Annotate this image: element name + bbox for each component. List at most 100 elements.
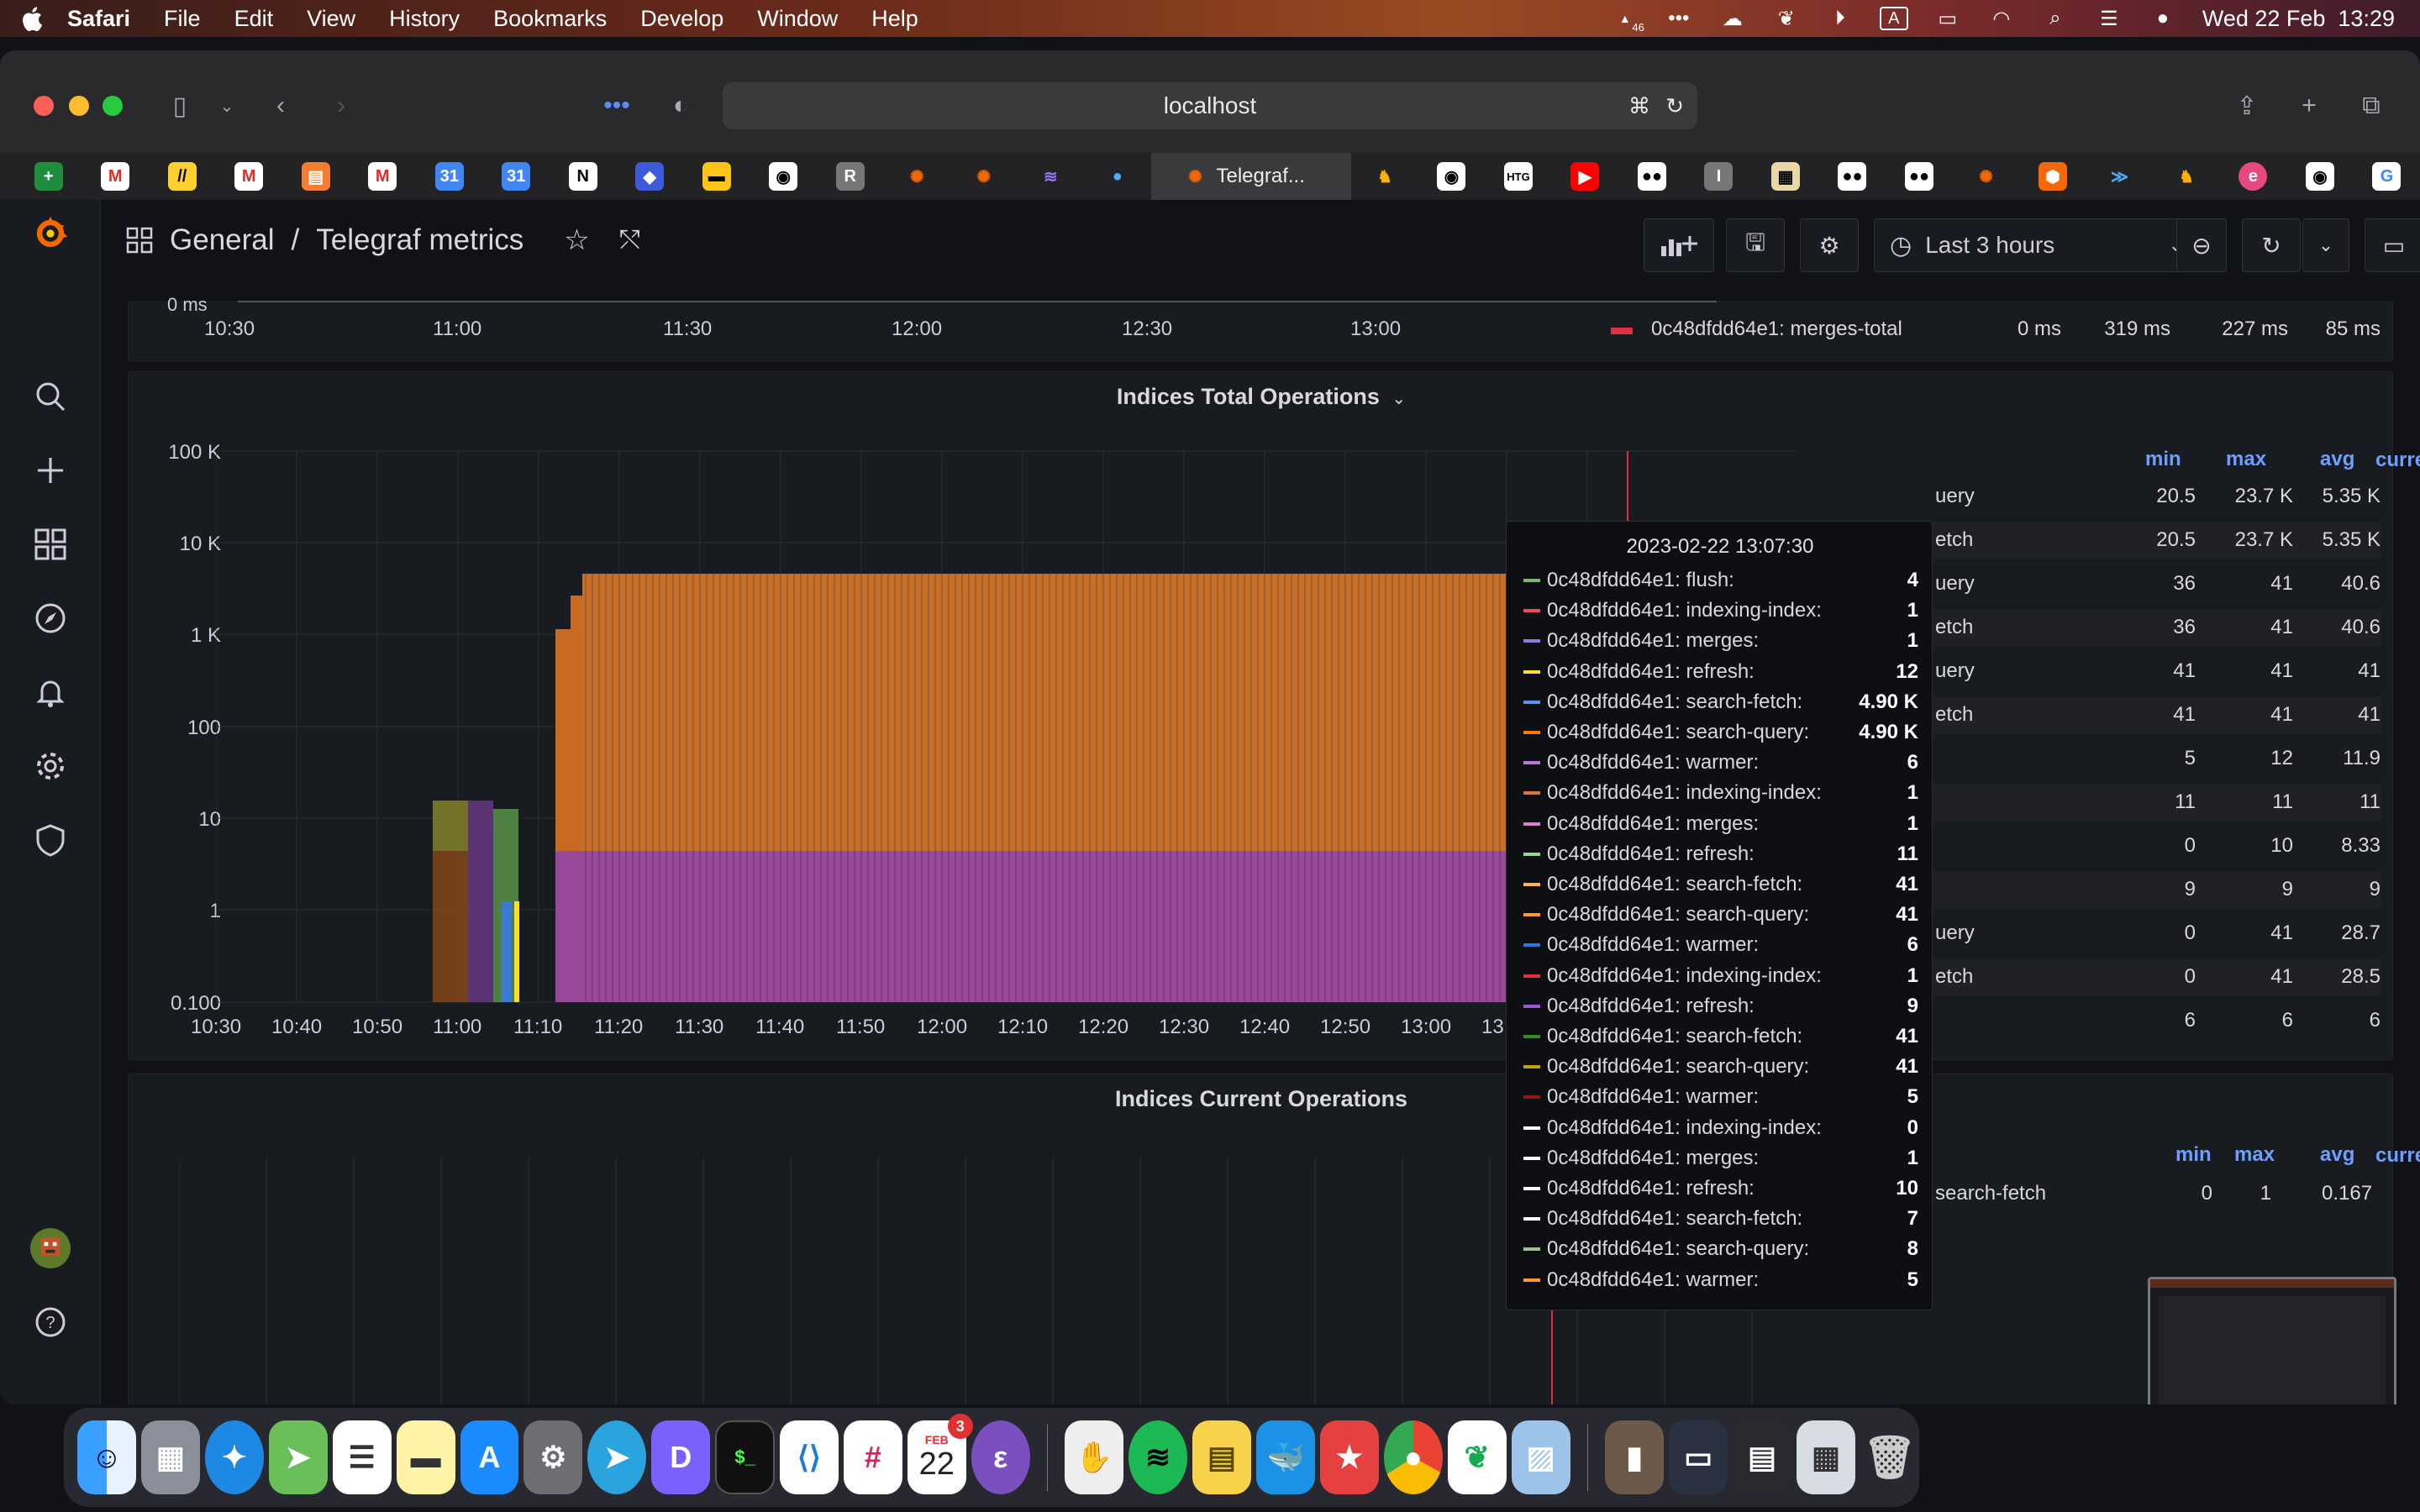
tab-telegraf-active[interactable]: ✺ Telegraf... [1150, 153, 1352, 200]
tab-orange-app[interactable]: ▤ [282, 153, 350, 200]
shield-icon[interactable]: ◐ [662, 87, 699, 124]
status-app-icon[interactable]: ▲ 46 [1611, 7, 1644, 34]
legend-series-name[interactable]: uery [1935, 921, 1975, 945]
tab-youtube[interactable]: ▶ [1552, 153, 1619, 200]
input-source-icon[interactable]: A [1879, 7, 1908, 30]
panel-header[interactable]: Indices Total Operations ⌄ [129, 384, 2394, 410]
menu-app-name[interactable]: Safari [67, 6, 130, 32]
emacs-icon[interactable]: ε [971, 1420, 1030, 1494]
legend-series-name[interactable]: uery [1935, 659, 1975, 683]
time-picker-button[interactable]: ◷ Last 3 hours ⌄ [1874, 218, 2227, 272]
extension-icon[interactable]: ••• [598, 87, 635, 124]
alerting-bell-icon[interactable] [30, 672, 71, 712]
reminders-icon[interactable]: ☰ [332, 1420, 392, 1494]
app-dark-icon[interactable]: ✋ [1065, 1420, 1124, 1494]
create-plus-icon[interactable] [30, 450, 71, 491]
telegram-icon[interactable]: ➤ [587, 1420, 647, 1494]
explore-compass-icon[interactable] [30, 598, 71, 638]
calendar-icon[interactable]: FEB 22 3 [907, 1414, 973, 1494]
tab-github[interactable]: ◉ [750, 153, 818, 200]
translate-icon[interactable]: ⌘ [1628, 93, 1650, 119]
tab-gmail-2[interactable]: M [216, 153, 283, 200]
tab-notion[interactable]: N [550, 153, 617, 200]
dashboards-grid-icon[interactable] [30, 524, 71, 564]
refresh-button[interactable]: ↻ [2242, 218, 2301, 272]
maps-icon[interactable]: ➤ [268, 1420, 328, 1494]
mongodb-icon[interactable]: ❦ [1447, 1420, 1507, 1494]
tab-google[interactable]: G [2354, 153, 2420, 200]
notes-icon[interactable]: ▬ [396, 1420, 455, 1494]
menu-view[interactable]: View [307, 6, 355, 32]
recent-window-thumb-4[interactable]: ▦ [1796, 1420, 1855, 1494]
tab-github-3[interactable]: ◉ [2286, 153, 2354, 200]
tab-r-app[interactable]: R [817, 153, 884, 200]
share-icon[interactable]: ⇪ [2228, 87, 2265, 124]
legend-series-name[interactable]: search-fetch [1935, 1182, 2046, 1205]
star-icon[interactable]: ☆ [564, 223, 589, 257]
legend-header-min[interactable]: min [2175, 1143, 2212, 1167]
legend-header-current[interactable]: current ⌄ [2375, 448, 2420, 472]
zoom-window-button[interactable] [103, 96, 123, 116]
menu-edit[interactable]: Edit [234, 6, 274, 32]
tab-app-blue[interactable]: ◆ [617, 153, 684, 200]
spotlight-search-icon[interactable]: ⌕ [2041, 7, 2070, 30]
finder-icon[interactable]: ☺ [77, 1420, 136, 1494]
tab-medium[interactable]: ●● [1618, 153, 1686, 200]
tab-i-app[interactable]: I [1686, 153, 1753, 200]
minimize-window-button[interactable] [69, 96, 89, 116]
chevron-down-icon[interactable]: ⌄ [208, 87, 245, 124]
menu-file[interactable]: File [164, 6, 201, 32]
configuration-gear-icon[interactable] [30, 746, 71, 786]
tab-grafana-3[interactable]: ✺ [1953, 153, 2020, 200]
dashboard-settings-button[interactable]: ⚙ [1800, 218, 1859, 272]
tab-sheets[interactable]: + [15, 153, 82, 200]
tab-jira[interactable]: ≫ [2086, 153, 2154, 200]
battery-icon[interactable]: ▭ [1933, 7, 1962, 30]
recent-window-thumb-3[interactable]: ▤ [1733, 1420, 1791, 1494]
address-bar[interactable]: localhost ⌘ ↻ [723, 82, 1697, 129]
share-icon[interactable]: ⤲ [620, 226, 640, 255]
app-star-icon[interactable]: ★ [1319, 1420, 1379, 1494]
legend-header-avg[interactable]: avg [2320, 448, 2354, 471]
legend-header-min[interactable]: min [2145, 448, 2181, 471]
panel-header[interactable]: Indices Current Operations [129, 1086, 2394, 1112]
wifi-icon[interactable]: ◠ [1987, 7, 2016, 30]
refresh-interval-dropdown[interactable]: ⌄ [2302, 218, 2349, 272]
recent-window-thumb[interactable]: ▮ [1605, 1420, 1665, 1494]
new-tab-icon[interactable]: + [2291, 87, 2328, 124]
forward-icon[interactable]: › [323, 87, 360, 124]
chrome-icon[interactable]: ● [1383, 1420, 1443, 1494]
tab-calendar-2[interactable]: 31 [483, 153, 550, 200]
back-icon[interactable]: ‹ [262, 87, 299, 124]
tab-app-map[interactable]: ▦ [1752, 153, 1819, 200]
legend-series-name[interactable]: etch [1935, 528, 1973, 552]
tab-overview-icon[interactable]: ⧉ [2353, 87, 2390, 124]
terminal-icon[interactable]: $_ [715, 1420, 775, 1494]
tab-app-purple[interactable]: ≋ [1018, 153, 1085, 200]
tab-medium-3[interactable]: ●● [1886, 153, 1953, 200]
menubar-clock[interactable]: Wed 22 Feb 13:29 [2202, 6, 2395, 32]
dash-icon[interactable]: D [651, 1420, 711, 1494]
legend-header-current[interactable]: current ⌄ [2375, 1143, 2420, 1168]
grafana-logo-icon[interactable] [30, 213, 71, 254]
legend-series-name[interactable]: 0c48dfdd64e1: merges-total [1651, 318, 1902, 341]
tab-htg[interactable]: HTG [1485, 153, 1552, 200]
safari-icon[interactable]: ✦ [204, 1420, 264, 1494]
menu-bookmarks[interactable]: Bookmarks [493, 6, 607, 32]
system-settings-icon[interactable]: ⚙ [523, 1420, 583, 1494]
menu-develop[interactable]: Develop [640, 6, 723, 32]
legend-series-name[interactable]: etch [1935, 703, 1973, 727]
breadcrumb-folder[interactable]: General [170, 223, 275, 257]
screenshot-thumbnail[interactable] [2148, 1277, 2396, 1404]
server-admin-shield-icon[interactable] [30, 820, 71, 860]
spotify-icon[interactable]: ≋ [1128, 1420, 1188, 1494]
menu-help[interactable]: Help [871, 6, 918, 32]
menu-history[interactable]: History [389, 6, 460, 32]
weather-icon[interactable]: ☁ [1718, 7, 1747, 30]
tab-miro[interactable]: // [149, 153, 216, 200]
tab-grafana-2[interactable]: ✺ [950, 153, 1018, 200]
play-icon[interactable]: ⏵ [1826, 7, 1854, 30]
legend-series-name[interactable]: uery [1935, 485, 1975, 508]
legend-series-name[interactable]: etch [1935, 616, 1973, 639]
save-dashboard-button[interactable]: 🖫 [1726, 218, 1785, 272]
